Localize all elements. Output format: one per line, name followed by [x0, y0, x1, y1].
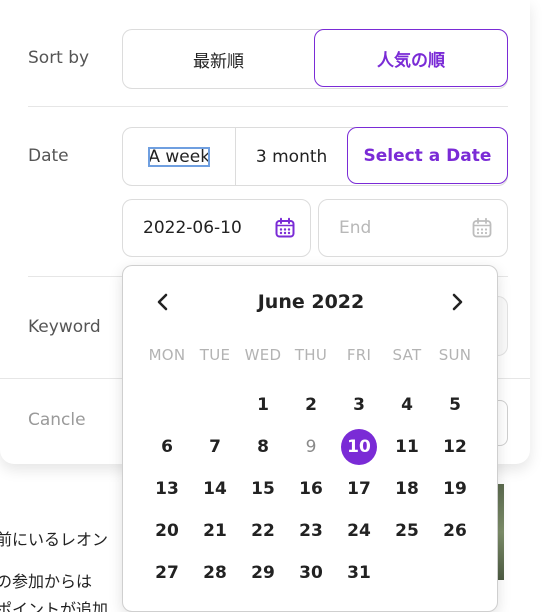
weekday-label: THU: [294, 346, 328, 364]
end-date-field[interactable]: End: [318, 199, 508, 257]
start-date-field[interactable]: 2022-06-10: [122, 199, 311, 257]
calendar-day[interactable]: 18: [383, 471, 431, 507]
calendar-day[interactable]: 13: [143, 471, 191, 507]
sort-by-label: Sort by: [28, 48, 90, 68]
calendar-day[interactable]: 8: [239, 429, 287, 465]
calendar-day[interactable]: 20: [143, 513, 191, 549]
calendar-day[interactable]: 7: [191, 429, 239, 465]
weekday-label: SUN: [438, 346, 472, 364]
calendar-day[interactable]: 31: [335, 555, 383, 591]
weekday-label: TUE: [199, 346, 231, 364]
article-line: ポイントが追加: [0, 600, 109, 612]
calendar-day[interactable]: 30: [287, 555, 335, 591]
calendar-day[interactable]: 29: [239, 555, 287, 591]
calendar-day[interactable]: 23: [287, 513, 335, 549]
weekday-label: WED: [244, 346, 282, 364]
date-picker-calendar: June 2022 MON TUE WED THU FRI SAT SUN 12345678…: [122, 265, 498, 612]
weekday-label: SAT: [392, 346, 422, 364]
calendar-empty-cell: [383, 555, 431, 591]
calendar-empty-cell: [191, 387, 239, 423]
calendar-day[interactable]: 6: [143, 429, 191, 465]
date-label: Date: [28, 146, 69, 166]
weekday-label: FRI: [346, 346, 372, 364]
calendar-day[interactable]: 5: [431, 387, 479, 423]
calendar-day[interactable]: 27: [143, 555, 191, 591]
keyword-label: Keyword: [28, 317, 101, 337]
calendar-header: June 2022: [123, 288, 499, 316]
article-line: の参加からは: [0, 572, 93, 591]
calendar-week-row: 6 7 8 9 10 11 12: [143, 426, 479, 468]
end-date-placeholder: End: [339, 218, 372, 238]
date-option-select-date[interactable]: Select a Date: [346, 127, 508, 184]
calendar-day[interactable]: 12: [431, 429, 479, 465]
calendar-day[interactable]: 21: [191, 513, 239, 549]
calendar-icon[interactable]: [274, 217, 296, 239]
calendar-day[interactable]: 9: [287, 429, 335, 465]
calendar-day[interactable]: 25: [383, 513, 431, 549]
calendar-day[interactable]: 28: [191, 555, 239, 591]
calendar-day[interactable]: 22: [239, 513, 287, 549]
article-line: 前にいるレオン: [0, 530, 109, 549]
date-option-week[interactable]: A week: [123, 128, 235, 185]
calendar-day[interactable]: 16: [287, 471, 335, 507]
calendar-day[interactable]: 24: [335, 513, 383, 549]
calendar-empty-cell: [143, 387, 191, 423]
calendar-day[interactable]: 2: [287, 387, 335, 423]
calendar-day[interactable]: 15: [239, 471, 287, 507]
sort-option-latest[interactable]: 最新順: [123, 30, 314, 88]
calendar-week-row: 13 14 15 16 17 18 19: [143, 468, 479, 510]
calendar-week-row: 27 28 29 30 31: [143, 552, 479, 594]
weekday-label: MON: [148, 346, 186, 364]
calendar-day[interactable]: 3: [335, 387, 383, 423]
calendar-day[interactable]: 17: [335, 471, 383, 507]
calendar-week-row: 20 21 22 23 24 25 26: [143, 510, 479, 552]
date-option-3-month[interactable]: 3 month: [235, 128, 346, 185]
calendar-icon[interactable]: [471, 217, 493, 239]
divider: [28, 106, 508, 107]
calendar-day[interactable]: 19: [431, 471, 479, 507]
weekday-header: MON TUE WED THU FRI SAT SUN: [143, 346, 479, 364]
calendar-day[interactable]: 11: [383, 429, 431, 465]
chevron-right-icon[interactable]: [443, 288, 471, 316]
calendar-day[interactable]: 4: [383, 387, 431, 423]
calendar-empty-cell: [431, 555, 479, 591]
calendar-grid: 1 2 3 4 5 6 7 8 9 10 11 12 13 14 15 16 17 18 19 20 21 22 23 24 2…: [143, 384, 479, 594]
cancel-button[interactable]: Cancle: [28, 410, 86, 430]
start-date-value: 2022-06-10: [143, 218, 242, 238]
calendar-day[interactable]: 14: [191, 471, 239, 507]
calendar-day[interactable]: 26: [431, 513, 479, 549]
calendar-day[interactable]: 1: [239, 387, 287, 423]
calendar-day-selected[interactable]: 10: [335, 429, 383, 465]
sort-option-popular[interactable]: 人気の順: [314, 29, 508, 87]
calendar-week-row: 12345: [143, 384, 479, 426]
date-segmented-control: A week 3 month Select a Date: [122, 127, 508, 186]
sort-segmented-control: 最新順 人気の順: [122, 29, 508, 89]
